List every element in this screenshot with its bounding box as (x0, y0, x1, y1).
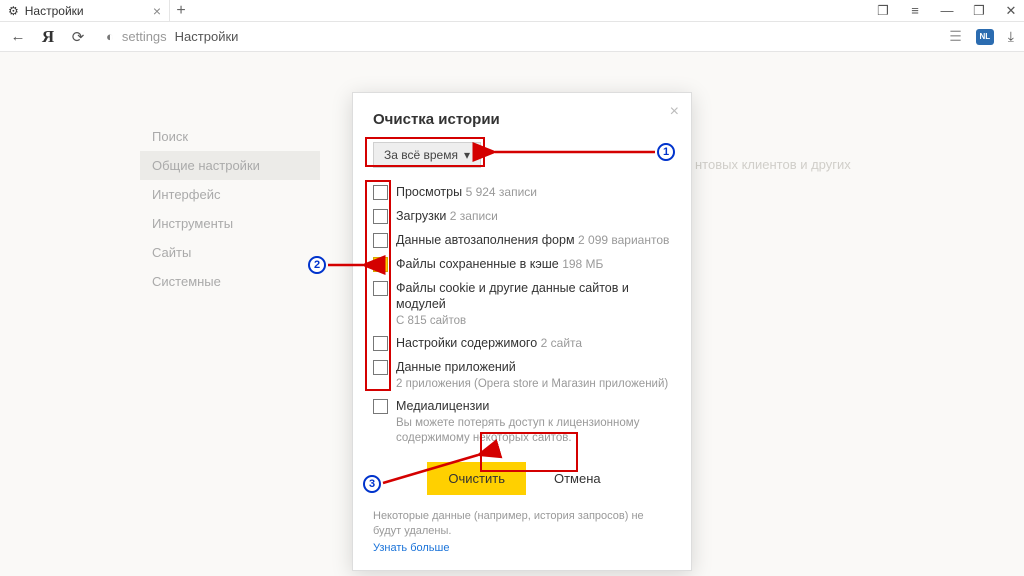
dialog-close-button[interactable]: × (670, 103, 679, 121)
checkbox-app-data[interactable] (373, 360, 388, 375)
item-media-licenses-sub: Вы можете потерять доступ к лицензионном… (396, 416, 671, 446)
item-downloads[interactable]: Загрузки 2 записи (373, 208, 671, 225)
item-media-licenses[interactable]: Медиалицензии (373, 398, 671, 415)
dialog-title: Очистка истории (373, 111, 671, 128)
cancel-button[interactable]: Отмена (538, 462, 617, 495)
item-cookies-sub: С 815 сайтов (396, 314, 671, 329)
checkbox-content-settings[interactable] (373, 336, 388, 351)
checkbox-views[interactable] (373, 185, 388, 200)
item-cache[interactable]: Файлы сохраненные в кэше 198 МБ (373, 256, 671, 273)
item-views[interactable]: Просмотры 5 924 записи (373, 184, 671, 201)
time-range-label: За всё время (384, 148, 458, 162)
clear-button[interactable]: Очистить (427, 462, 526, 495)
item-app-data[interactable]: Данные приложений (373, 359, 671, 376)
item-app-data-sub: 2 приложения (Opera store и Магазин прил… (396, 377, 671, 392)
checkbox-cookies[interactable] (373, 281, 388, 296)
checkbox-autofill[interactable] (373, 233, 388, 248)
clear-history-dialog: × Очистка истории За всё время ▾ Просмот… (352, 92, 692, 571)
checkbox-media-licenses[interactable] (373, 399, 388, 414)
dialog-footer-note: Некоторые данные (например, история запр… (373, 509, 671, 540)
item-autofill[interactable]: Данные автозаполнения форм 2 099 вариант… (373, 232, 671, 249)
checkbox-cache[interactable] (373, 257, 388, 272)
item-content-settings[interactable]: Настройки содержимого 2 сайта (373, 335, 671, 352)
item-cookies[interactable]: Файлы cookie и другие данные сайтов и мо… (373, 280, 671, 314)
time-range-dropdown[interactable]: За всё время ▾ (373, 142, 481, 168)
chevron-down-icon: ▾ (464, 148, 470, 162)
checkbox-downloads[interactable] (373, 209, 388, 224)
learn-more-link[interactable]: Узнать больше (373, 542, 449, 554)
